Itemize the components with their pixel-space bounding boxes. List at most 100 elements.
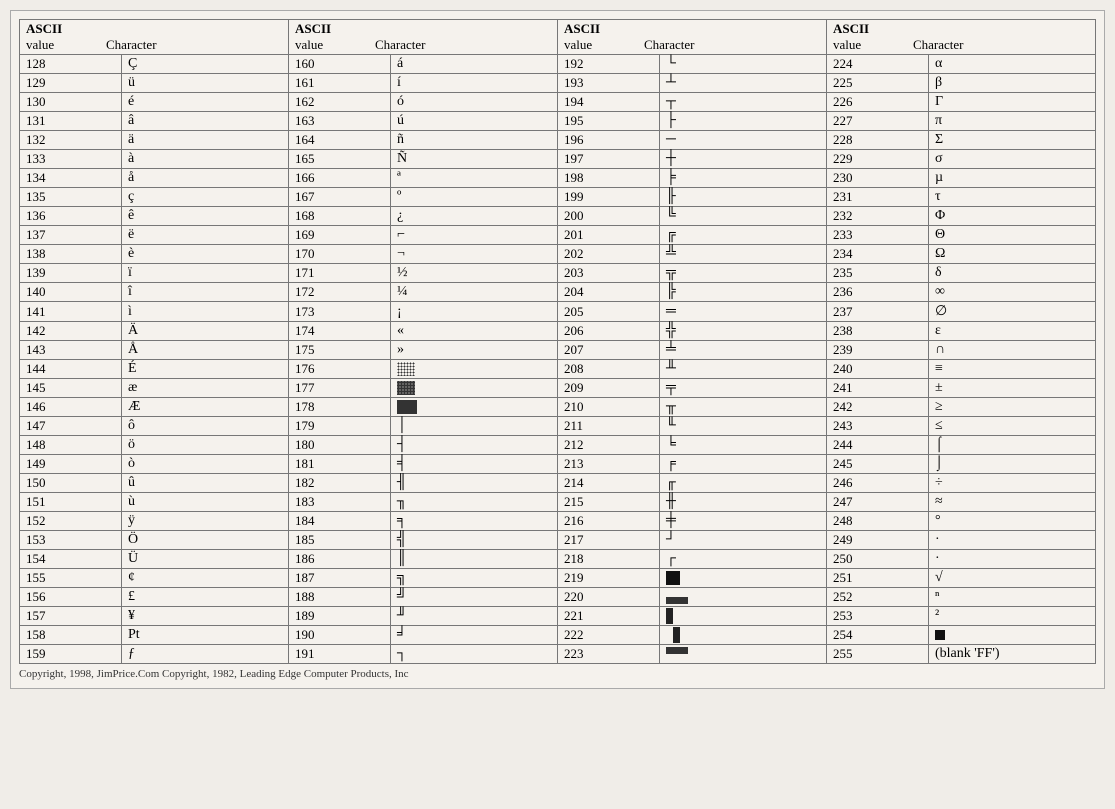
col3-row11-char: ╦ bbox=[659, 264, 826, 283]
col2-row15-value: 175 bbox=[288, 341, 390, 360]
col4-row14-char: ε bbox=[928, 322, 1095, 341]
col3-row13-char: ═ bbox=[659, 302, 826, 322]
table-row: 134å166ª198╞230µ bbox=[20, 169, 1096, 188]
col3-row13-value: 205 bbox=[557, 302, 659, 322]
col3-row29-value: 221 bbox=[557, 607, 659, 626]
col2-row31-value: 191 bbox=[288, 645, 390, 664]
col2-row17-value: 177 bbox=[288, 379, 390, 398]
col2-row22-value: 182 bbox=[288, 474, 390, 493]
col3-row6-value: 198 bbox=[557, 169, 659, 188]
col2-row14-char: « bbox=[391, 322, 558, 341]
col1-row6-value: 134 bbox=[20, 169, 122, 188]
col4-row4-value: 228 bbox=[826, 131, 928, 150]
col3-row22-value: 214 bbox=[557, 474, 659, 493]
copyright-text: Copyright, 1998, JimPrice.Com Copyright,… bbox=[19, 668, 1096, 680]
col1-row6-char: å bbox=[122, 169, 289, 188]
col3-row11-value: 203 bbox=[557, 264, 659, 283]
col1-row4-char: ä bbox=[122, 131, 289, 150]
col3-row20-value: 212 bbox=[557, 436, 659, 455]
table-row: 156£188╝220252ⁿ bbox=[20, 588, 1096, 607]
col3-header: ASCII value Character bbox=[557, 20, 826, 55]
col1-row11-char: ï bbox=[122, 264, 289, 283]
col3-row25-char: ┘ bbox=[659, 531, 826, 550]
col4-row19-char: ≤ bbox=[928, 417, 1095, 436]
col4-row16-value: 240 bbox=[826, 360, 928, 379]
col3-row16-value: 208 bbox=[557, 360, 659, 379]
col4-row3-value: 227 bbox=[826, 112, 928, 131]
col1-row7-char: ç bbox=[122, 188, 289, 207]
col3-row25-value: 217 bbox=[557, 531, 659, 550]
col2-row0-char: á bbox=[391, 55, 558, 74]
col3-row9-value: 201 bbox=[557, 226, 659, 245]
col2-row20-char: ┤ bbox=[391, 436, 558, 455]
col2-row17-char bbox=[391, 379, 558, 398]
col1-row9-char: ë bbox=[122, 226, 289, 245]
col2-row26-char: ║ bbox=[391, 550, 558, 569]
col4-row15-value: 239 bbox=[826, 341, 928, 360]
col4-row27-char: √ bbox=[928, 569, 1095, 588]
col4-row11-char: δ bbox=[928, 264, 1095, 283]
col2-row15-char: » bbox=[391, 341, 558, 360]
col4-row26-value: 250 bbox=[826, 550, 928, 569]
col1-row17-value: 145 bbox=[20, 379, 122, 398]
table-row: 129ü161í193┴225β bbox=[20, 74, 1096, 93]
col3-row21-char: ╒ bbox=[659, 455, 826, 474]
col1-row29-char: ¥ bbox=[122, 607, 289, 626]
table-row: 137ë169⌐201╔233Θ bbox=[20, 226, 1096, 245]
col1-row30-char: Pt bbox=[122, 626, 289, 645]
col2-row12-value: 172 bbox=[288, 283, 390, 302]
col3-row28-char bbox=[659, 588, 826, 607]
table-row: 159ƒ191┐223255(blank 'FF') bbox=[20, 645, 1096, 664]
col3-row31-value: 223 bbox=[557, 645, 659, 664]
col1-row20-value: 148 bbox=[20, 436, 122, 455]
col2-row19-value: 179 bbox=[288, 417, 390, 436]
col4-row0-char: α bbox=[928, 55, 1095, 74]
col1-row28-char: £ bbox=[122, 588, 289, 607]
col4-row16-char: ≡ bbox=[928, 360, 1095, 379]
col3-row27-value: 219 bbox=[557, 569, 659, 588]
col1-row26-char: Ü bbox=[122, 550, 289, 569]
col4-row0-value: 224 bbox=[826, 55, 928, 74]
col3-row8-value: 200 bbox=[557, 207, 659, 226]
col4-row18-value: 242 bbox=[826, 398, 928, 417]
col4-row28-char: ⁿ bbox=[928, 588, 1095, 607]
col4-row10-char: Ω bbox=[928, 245, 1095, 264]
col4-row1-char: β bbox=[928, 74, 1095, 93]
col1-row25-value: 153 bbox=[20, 531, 122, 550]
col4-row7-char: τ bbox=[928, 188, 1095, 207]
col1-row18-value: 146 bbox=[20, 398, 122, 417]
table-row: 157¥189╜221253² bbox=[20, 607, 1096, 626]
col3-row5-value: 197 bbox=[557, 150, 659, 169]
col2-row29-char: ╜ bbox=[391, 607, 558, 626]
col4-row22-value: 246 bbox=[826, 474, 928, 493]
col4-row12-value: 236 bbox=[826, 283, 928, 302]
col2-row11-value: 171 bbox=[288, 264, 390, 283]
col2-row21-char: ╡ bbox=[391, 455, 558, 474]
col2-row18-value: 178 bbox=[288, 398, 390, 417]
col3-row17-char: ╤ bbox=[659, 379, 826, 398]
col1-row12-char: î bbox=[122, 283, 289, 302]
col3-row12-char: ╠ bbox=[659, 283, 826, 302]
table-row: 128Ç160á192└224α bbox=[20, 55, 1096, 74]
table-row: 146Æ178210╥242≥ bbox=[20, 398, 1096, 417]
col4-row8-char: Φ bbox=[928, 207, 1095, 226]
col4-row19-value: 243 bbox=[826, 417, 928, 436]
table-row: 151ù183╖215╫247≈ bbox=[20, 493, 1096, 512]
col1-row20-char: ö bbox=[122, 436, 289, 455]
col2-row30-value: 190 bbox=[288, 626, 390, 645]
col1-row4-value: 132 bbox=[20, 131, 122, 150]
col2-row23-char: ╖ bbox=[391, 493, 558, 512]
col4-row10-value: 234 bbox=[826, 245, 928, 264]
col4-row9-char: Θ bbox=[928, 226, 1095, 245]
col3-row17-value: 209 bbox=[557, 379, 659, 398]
col2-row3-char: ú bbox=[391, 112, 558, 131]
col4-row24-char: ° bbox=[928, 512, 1095, 531]
col3-row2-value: 194 bbox=[557, 93, 659, 112]
col3-row29-char bbox=[659, 607, 826, 626]
table-row: 153Ö185╣217┘249· bbox=[20, 531, 1096, 550]
table-row: 147ô179│211╙243≤ bbox=[20, 417, 1096, 436]
col1-row14-char: Ä bbox=[122, 322, 289, 341]
col4-row5-value: 229 bbox=[826, 150, 928, 169]
col2-header: ASCII value Character bbox=[288, 20, 557, 55]
col1-row25-char: Ö bbox=[122, 531, 289, 550]
